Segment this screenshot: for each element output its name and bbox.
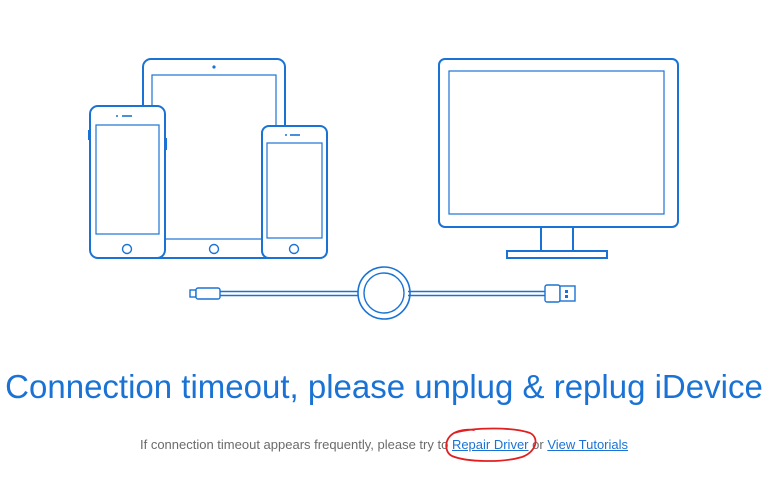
- iphone-small-icon: [261, 125, 328, 259]
- usb-lightning-cable-icon: [189, 266, 576, 320]
- or-text: or: [532, 437, 544, 452]
- view-tutorials-link[interactable]: View Tutorials: [547, 437, 628, 452]
- devices-illustration: [88, 58, 679, 320]
- repair-driver-link[interactable]: Repair Driver: [452, 437, 529, 452]
- connection-timeout-headline: Connection timeout, please unplug & repl…: [5, 368, 763, 405]
- iphone-icon: [88, 105, 167, 259]
- hint-text: If connection timeout appears frequently…: [0, 427, 768, 462]
- connection-timeout-screen: Connection timeout, please unplug & repl…: [0, 0, 768, 483]
- monitor-icon: [438, 58, 679, 259]
- hint-prefix: If connection timeout appears frequently…: [139, 437, 449, 452]
- repair-driver-highlight: Repair Driver: [445, 427, 537, 462]
